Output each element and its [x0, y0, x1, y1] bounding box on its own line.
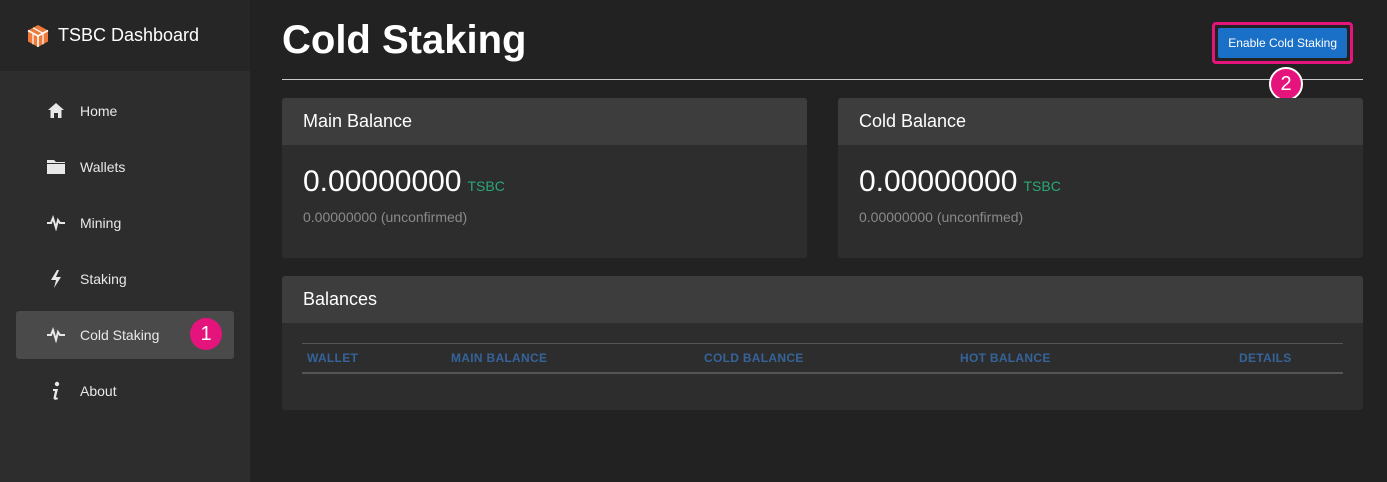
page-title: Cold Staking [282, 18, 527, 62]
cube-logo-icon [26, 24, 50, 48]
column-header-cold-balance[interactable]: COLD BALANCE [699, 343, 955, 374]
cold-balance-unconfirmed: 0.00000000 (unconfirmed) [859, 209, 1024, 225]
column-header-details[interactable]: DETAILS [1234, 343, 1343, 374]
sidebar-item-mining[interactable]: Mining [16, 199, 234, 247]
column-header-main-balance[interactable]: MAIN BALANCE [446, 343, 699, 374]
main-balance-card: Main Balance 0.00000000 TSBC 0.00000000 (… [282, 98, 807, 258]
pulse-icon [46, 213, 66, 233]
card-title: Main Balance [282, 98, 807, 145]
sidebar-item-label: Home [80, 103, 118, 119]
column-header-hot-balance[interactable]: HOT BALANCE [955, 343, 1234, 374]
sidebar-item-cold-staking[interactable]: Cold Staking 1 [16, 311, 234, 359]
sidebar-item-label: Staking [80, 271, 127, 287]
main-balance-unconfirmed: 0.00000000 (unconfirmed) [303, 209, 468, 225]
sidebar-item-staking[interactable]: Staking [16, 255, 234, 303]
enable-cold-staking-button[interactable]: Enable Cold Staking [1218, 28, 1347, 58]
column-header-wallet[interactable]: WALLET [302, 343, 446, 374]
main-balance-amount: 0.00000000 [303, 165, 462, 198]
card-title: Balances [282, 276, 1363, 323]
main-balance-unit: TSBC [467, 178, 505, 194]
pulse-icon [46, 325, 66, 345]
balances-card: Balances WALLET MAIN BALANCE COLD BALANC… [282, 276, 1363, 410]
info-icon [46, 381, 66, 401]
card-title: Cold Balance [838, 98, 1363, 145]
sidebar-item-home[interactable]: Home [16, 87, 234, 135]
sidebar-item-about[interactable]: About [16, 367, 234, 415]
sidebar-item-label: Mining [80, 215, 122, 231]
brand[interactable]: TSBC Dashboard [0, 0, 250, 71]
step-marker-1: 1 [190, 318, 222, 350]
table-header-row: WALLET MAIN BALANCE COLD BALANCE HOT BAL… [302, 343, 1343, 374]
page-header: Cold Staking Enable Cold Staking 2 [282, 0, 1363, 101]
sidebar: TSBC Dashboard Home Wallets Mining Staki… [0, 0, 250, 482]
balances-table: WALLET MAIN BALANCE COLD BALANCE HOT BAL… [302, 343, 1343, 374]
cold-balance-amount: 0.00000000 [859, 165, 1018, 198]
sidebar-item-label: About [80, 383, 117, 399]
sidebar-item-wallets[interactable]: Wallets [16, 143, 234, 191]
lightning-icon [46, 269, 66, 289]
step-marker-2: 2 [1269, 67, 1303, 101]
sidebar-item-label: Cold Staking [80, 327, 160, 343]
enable-button-highlight: Enable Cold Staking [1212, 22, 1353, 64]
brand-title: TSBC Dashboard [58, 25, 200, 45]
main-content: Cold Staking Enable Cold Staking 2 Main … [282, 0, 1363, 410]
sidebar-nav: Home Wallets Mining Staking Cold Staking [0, 71, 250, 415]
cold-balance-unit: TSBC [1023, 178, 1061, 194]
home-icon [46, 101, 66, 121]
folder-icon [46, 157, 66, 177]
cold-balance-card: Cold Balance 0.00000000 TSBC 0.00000000 (… [838, 98, 1363, 258]
sidebar-item-label: Wallets [80, 159, 126, 175]
